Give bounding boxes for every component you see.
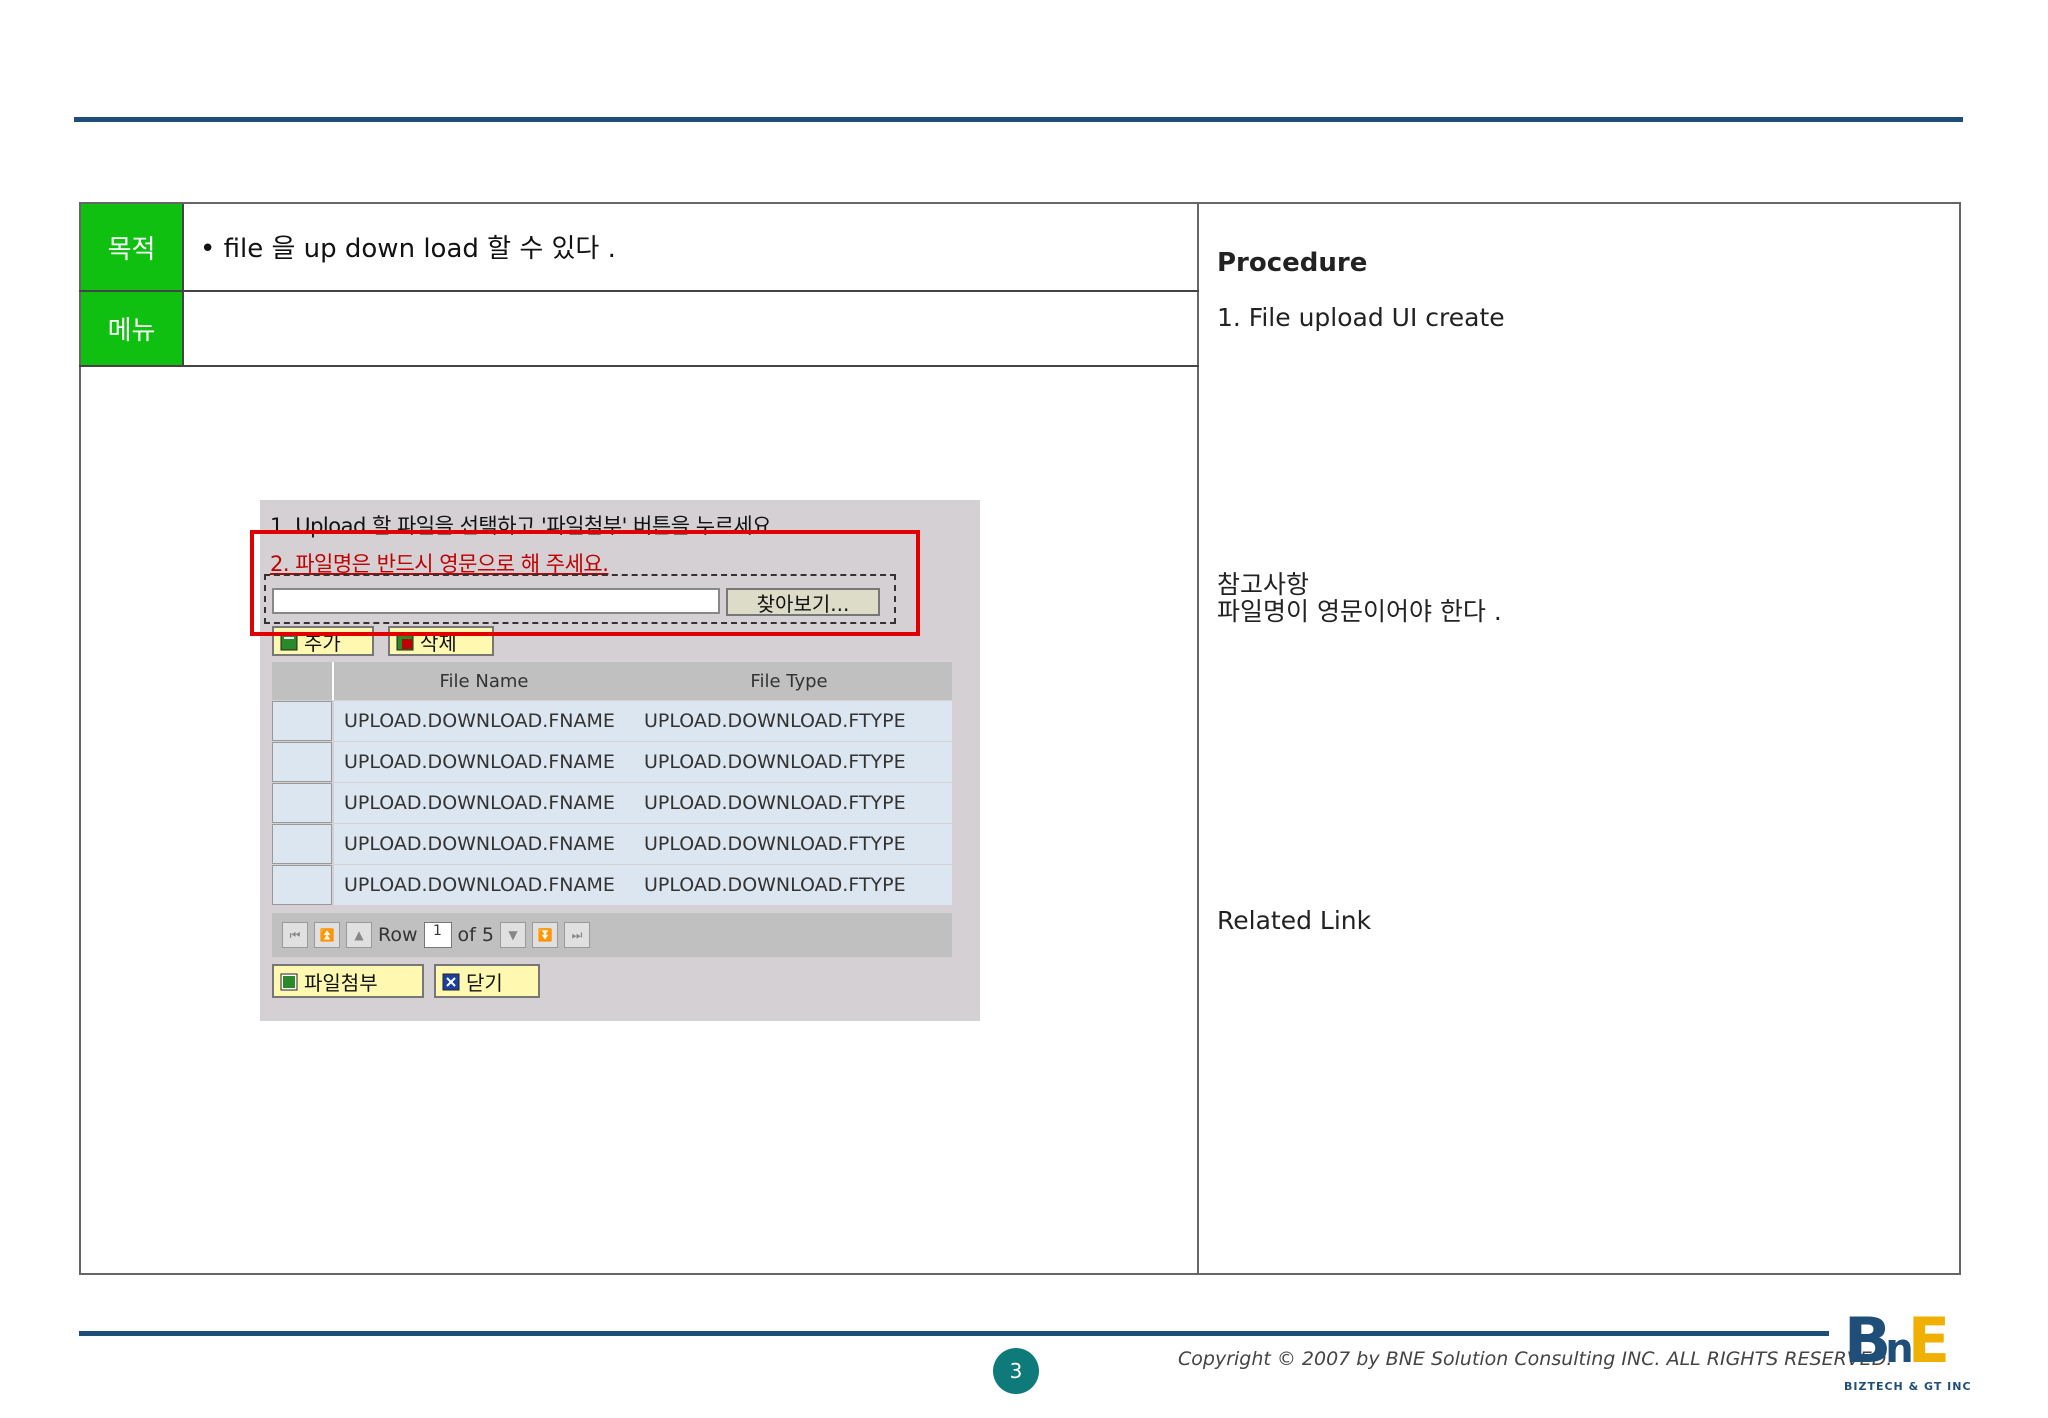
row-selector[interactable] <box>272 865 332 905</box>
file-type-cell: UPLOAD.DOWNLOAD.FTYPE <box>644 833 906 855</box>
next-row-icon[interactable]: ▼ <box>499 922 526 948</box>
purpose-label: 목적 <box>81 204 182 290</box>
table-row[interactable]: UPLOAD.DOWNLOAD.FNAME UPLOAD.DOWNLOAD.FTY… <box>272 742 952 782</box>
attach-icon <box>280 972 298 991</box>
table-row[interactable]: UPLOAD.DOWNLOAD.FNAME UPLOAD.DOWNLOAD.FTY… <box>272 783 952 823</box>
table-pager: ⏮ ⏫ ▲ Row 1 of 5 ▼ ⏬ ⏭ <box>272 913 952 957</box>
file-name-cell: UPLOAD.DOWNLOAD.FNAME <box>344 833 615 855</box>
note-text: 파일명이 영문이어야 한다 . <box>1217 597 1502 626</box>
top-rule <box>74 117 1963 122</box>
label-divider <box>182 204 184 365</box>
file-type-cell: UPLOAD.DOWNLOAD.FTYPE <box>644 792 906 814</box>
attach-file-button[interactable]: 파일첨부 <box>272 964 424 998</box>
row-selector[interactable] <box>272 701 332 741</box>
row-selector[interactable] <box>272 742 332 782</box>
file-name-cell: UPLOAD.DOWNLOAD.FNAME <box>344 710 615 732</box>
related-link[interactable]: Related Link <box>1217 906 1371 935</box>
logo-mark: BnE <box>1844 1304 1950 1377</box>
close-button-label: 닫기 <box>466 970 503 995</box>
row-divider-1 <box>79 290 1199 292</box>
row-selector[interactable] <box>272 824 332 864</box>
column-header-file-name: File Name <box>439 670 529 692</box>
attach-file-label: 파일첨부 <box>304 970 378 995</box>
column-divider <box>1197 202 1199 1275</box>
prev-row-icon[interactable]: ▲ <box>346 922 372 948</box>
bottom-rule <box>79 1331 1829 1336</box>
first-page-icon[interactable]: ⏮ <box>282 922 308 948</box>
file-type-cell: UPLOAD.DOWNLOAD.FTYPE <box>644 751 906 773</box>
row-selector[interactable] <box>272 783 332 823</box>
menu-label: 메뉴 <box>81 292 182 365</box>
file-name-cell: UPLOAD.DOWNLOAD.FNAME <box>344 874 615 896</box>
close-icon <box>442 972 460 991</box>
table-header: File Name File Type <box>272 662 952 700</box>
table-row[interactable]: UPLOAD.DOWNLOAD.FNAME UPLOAD.DOWNLOAD.FTY… <box>272 865 952 905</box>
purpose-text: • file 을 up down load 할 수 있다 . <box>200 234 616 264</box>
close-button[interactable]: 닫기 <box>434 964 540 998</box>
column-header-file-type: File Type <box>750 670 828 692</box>
file-type-cell: UPLOAD.DOWNLOAD.FTYPE <box>644 710 906 732</box>
last-page-icon[interactable]: ⏭ <box>563 922 590 948</box>
page-down-icon[interactable]: ⏬ <box>531 922 558 948</box>
page-number: 3 <box>993 1348 1039 1394</box>
page-up-icon[interactable]: ⏫ <box>314 922 340 948</box>
file-table: File Name File Type UPLOAD.DOWNLOAD.FNAM… <box>272 662 952 905</box>
table-row[interactable]: UPLOAD.DOWNLOAD.FNAME UPLOAD.DOWNLOAD.FTY… <box>272 701 952 741</box>
select-all-cell[interactable] <box>272 662 334 700</box>
row-count-label: of 5 <box>457 924 494 946</box>
row-label: Row <box>378 924 418 946</box>
file-name-cell: UPLOAD.DOWNLOAD.FNAME <box>344 792 615 814</box>
procedure-step: 1. File upload UI create <box>1217 303 1505 332</box>
copyright-text: Copyright © 2007 by BNE Solution Consult… <box>1178 1348 1893 1370</box>
company-logo: BnE BIZTECH & GT INC <box>1844 1304 1994 1394</box>
logo-subtitle: BIZTECH & GT INC <box>1844 1380 1972 1393</box>
table-row[interactable]: UPLOAD.DOWNLOAD.FNAME UPLOAD.DOWNLOAD.FTY… <box>272 824 952 864</box>
row-divider-2 <box>79 365 1199 367</box>
file-type-cell: UPLOAD.DOWNLOAD.FTYPE <box>644 874 906 896</box>
highlight-box <box>250 530 920 636</box>
procedure-title: Procedure <box>1217 248 1368 278</box>
file-name-cell: UPLOAD.DOWNLOAD.FNAME <box>344 751 615 773</box>
row-number-input[interactable]: 1 <box>423 922 452 948</box>
